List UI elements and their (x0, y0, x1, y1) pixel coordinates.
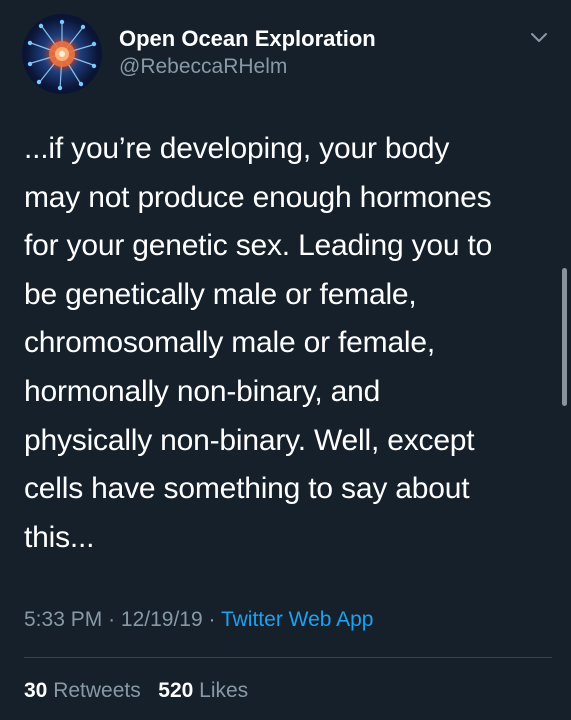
scrollbar[interactable] (562, 268, 567, 406)
likes-label: Likes (199, 679, 249, 702)
author-names: Open Ocean Exploration @RebeccaRHelm (119, 25, 376, 82)
meta-separator: · (208, 608, 216, 631)
avatar[interactable] (22, 14, 102, 94)
tweet-meta: 5:33 PM · 12/19/19 · Twitter Web App (24, 608, 374, 632)
retweets-label: Retweets (53, 679, 141, 702)
meta-separator: · (108, 608, 116, 631)
retweets-stat[interactable]: 30 Retweets (24, 679, 141, 702)
sea-creature-avatar-icon (27, 19, 97, 91)
divider (24, 657, 552, 658)
tweet-stats: 30 Retweets 520 Likes (24, 679, 248, 703)
likes-stat[interactable]: 520 Likes (158, 679, 248, 702)
chevron-down-icon[interactable] (526, 28, 552, 48)
tweet-source-link[interactable]: Twitter Web App (221, 608, 374, 631)
tweet-header: Open Ocean Exploration @RebeccaRHelm (22, 14, 552, 94)
author-display-name[interactable]: Open Ocean Exploration (119, 25, 376, 52)
like-count: 520 (158, 679, 194, 702)
tweet-page: Open Ocean Exploration @RebeccaRHelm ...… (0, 0, 571, 720)
author-handle[interactable]: @RebeccaRHelm (119, 52, 376, 82)
retweet-count: 30 (24, 679, 48, 702)
tweet-text: ...if you’re developing, your body may n… (24, 132, 493, 554)
tweet-date[interactable]: 12/19/19 (121, 608, 203, 631)
tweet-time[interactable]: 5:33 PM (24, 608, 102, 631)
